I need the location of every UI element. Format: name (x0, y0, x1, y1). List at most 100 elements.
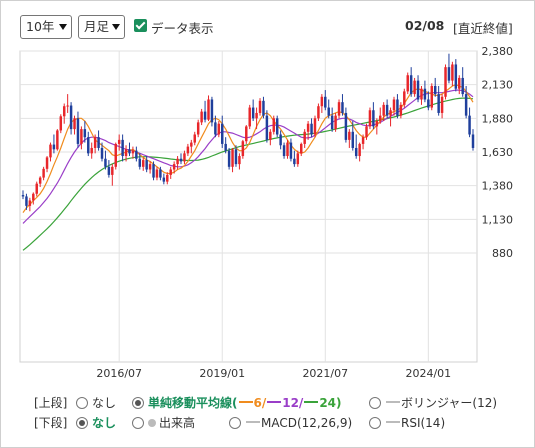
candle-body (447, 67, 451, 81)
chart-toolbar: 10年 月足 データ表示 02/08 [直近終値] (1, 1, 534, 41)
candle-body (458, 77, 461, 89)
candle-body (330, 115, 334, 130)
show-data-checkbox[interactable] (134, 19, 147, 32)
radio-selected-icon[interactable] (76, 417, 88, 429)
sma-12-label: 12/ (282, 396, 304, 410)
sma-24-label: 24) (319, 396, 342, 410)
candle-body (379, 115, 382, 122)
candle-body (138, 158, 142, 167)
candle-body (382, 104, 385, 116)
volume-swatch (148, 419, 156, 427)
lower-option-volume[interactable]: 出来高 (132, 415, 195, 431)
candle-body (464, 94, 468, 116)
chevron-down-icon (59, 24, 67, 30)
candle-body (286, 142, 289, 157)
lower-option-rsi[interactable]: RSI(14) (369, 415, 445, 431)
lower-option-none[interactable]: なし (76, 415, 116, 431)
candle-body (279, 134, 282, 146)
y-tick-label: 1,630 (482, 146, 514, 159)
candle-body (310, 123, 313, 135)
candle-body (169, 169, 172, 175)
candle-body (87, 137, 90, 154)
x-axis-labels: 2016/07 2019/01 2021/07 2024/01 (96, 367, 451, 379)
candle-body (403, 91, 406, 105)
y-tick-label: 1,130 (482, 213, 514, 226)
candle-body (200, 111, 203, 123)
candle-body (145, 160, 148, 170)
candle-body (372, 110, 375, 127)
radio-icon[interactable] (76, 397, 88, 409)
candlestick-chart: 2,380 2,130 1,880 1,630 1,380 1,130 880 2016/0… (19, 45, 514, 379)
candle-body (399, 104, 403, 116)
candle-body (176, 158, 179, 165)
candle-body (306, 123, 310, 132)
candle-body (293, 158, 296, 165)
candle-body (155, 169, 159, 178)
candle-body (272, 118, 275, 132)
sma-label: 単純移動平均線( (148, 396, 238, 410)
candle-body (73, 118, 76, 130)
rsi-label: RSI(14) (401, 416, 446, 430)
lower-panel-label: [下段] (34, 416, 68, 430)
candle-body (238, 156, 241, 165)
price-type-label: [直近終値] (453, 21, 513, 36)
chart-widget: 10年 月足 データ表示 02/08 [直近終値] 2,380 2,130 1,88… (0, 0, 535, 448)
y-axis-labels: 2,380 2,130 1,880 1,630 1,380 1,130 880 (482, 45, 514, 260)
ma6-swatch (238, 401, 253, 403)
candle-body (35, 183, 38, 194)
candle-body (461, 77, 464, 95)
candle-body (152, 164, 155, 178)
candle-body (320, 96, 324, 107)
candle-body (300, 143, 303, 154)
macd-label: MACD(12,26,9) (261, 416, 353, 430)
radio-selected-icon[interactable] (132, 397, 144, 409)
y-tick-label: 880 (492, 247, 513, 260)
candle-body (317, 106, 320, 119)
x-tick-label: 2024/01 (405, 367, 451, 379)
candle-body (248, 107, 251, 127)
radio-icon[interactable] (132, 417, 144, 429)
radio-icon[interactable] (229, 417, 241, 429)
latest-date: 02/08 (405, 18, 445, 33)
candle-body (32, 193, 35, 201)
y-tick-label: 1,380 (482, 180, 514, 193)
candle-body (303, 131, 306, 144)
candle-body (416, 80, 420, 100)
candle-body (135, 150, 138, 159)
upper-panel-label: [上段] (34, 396, 68, 410)
candle-body (45, 157, 49, 169)
candle-body (124, 149, 128, 157)
candle-body (262, 100, 265, 116)
candle-body (361, 137, 365, 144)
upper-option-bollinger[interactable]: ボリンジャー(12) (369, 395, 497, 411)
radio-icon[interactable] (369, 417, 381, 429)
candle-body (427, 99, 430, 108)
period-select[interactable]: 10年 (20, 15, 72, 39)
candle-body (358, 143, 361, 157)
candle-body (97, 137, 100, 148)
upper-option-none[interactable]: なし (76, 395, 116, 411)
candle-body (258, 100, 262, 113)
candle-body (468, 115, 471, 135)
candle-body (25, 196, 28, 206)
upper-option-none-label: なし (92, 396, 117, 410)
candle-body (433, 86, 437, 95)
candle-body (49, 144, 52, 158)
candle-body (282, 145, 286, 157)
candle-body (80, 129, 83, 144)
candle-body (451, 64, 454, 81)
candle-body (104, 158, 107, 167)
chevron-down-icon (112, 24, 120, 30)
candle-body (454, 64, 458, 89)
x-tick-label: 2021/07 (302, 367, 348, 379)
show-data-label[interactable]: データ表示 (151, 18, 214, 37)
upper-option-sma[interactable]: 単純移動平均線(6/12/24) (132, 395, 342, 411)
interval-select-value: 月足 (84, 19, 110, 34)
radio-icon[interactable] (369, 397, 381, 409)
candle-body (245, 126, 248, 142)
candle-body (190, 142, 193, 147)
lower-option-macd[interactable]: MACD(12,26,9) (229, 415, 352, 431)
candle-body (111, 166, 114, 175)
candle-body (159, 169, 162, 178)
interval-select[interactable]: 月足 (78, 15, 125, 39)
